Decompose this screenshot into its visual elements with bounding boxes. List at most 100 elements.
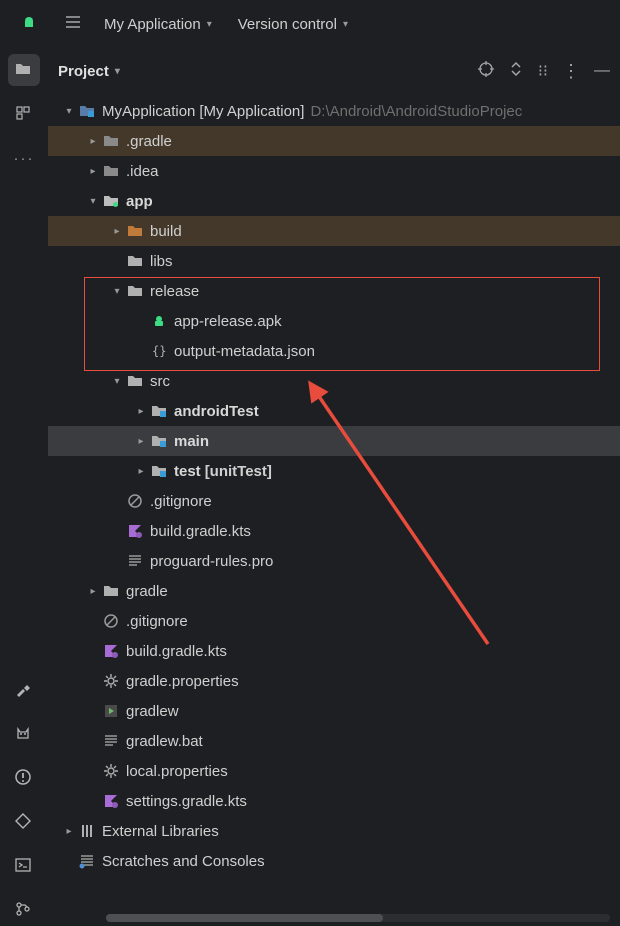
chevron-right-icon[interactable]: ▸ [134,436,148,447]
library-icon [78,823,96,839]
tree-row-local-properties[interactable]: ▸ local.properties [48,756,620,786]
project-menu[interactable]: My Application ▾ [94,10,222,39]
tree-label: local.properties [126,763,228,780]
chevron-right-icon[interactable]: ▸ [134,406,148,417]
tool-build-button[interactable] [8,674,40,706]
tree-label: gradlew.bat [126,733,203,750]
chevron-down-icon[interactable]: ▾ [86,196,100,207]
tree-row-androidtest[interactable]: ▸ androidTest [48,396,620,426]
gitignore-icon [126,493,144,509]
tree-row-gradlew-bat[interactable]: ▸ gradlew.bat [48,726,620,756]
tree-label: settings.gradle.kts [126,793,247,810]
tree-label: androidTest [174,403,259,420]
tree-row-scratches[interactable]: ▸ Scratches and Consoles [48,846,620,876]
tree-label: .gradle [126,133,172,150]
tool-logcat-button[interactable] [8,718,40,750]
chevron-right-icon[interactable]: ▸ [86,166,100,177]
shell-script-icon [102,703,120,719]
tree-row-gradle[interactable]: ▸ gradle [48,576,620,606]
kotlin-script-icon [126,523,144,539]
tree-label: main [174,433,209,450]
chevron-down-icon: ▾ [115,66,120,77]
tree-row-libs[interactable]: ▸ libs [48,246,620,276]
tree-label: .gitignore [126,613,188,630]
tree-row-output-metadata[interactable]: ▸ output-metadata.json [48,336,620,366]
chevron-right-icon[interactable]: ▸ [110,226,124,237]
tree-label: Scratches and Consoles [102,853,265,870]
tree-row-root[interactable]: ▾ MyApplication [My Application] D:\Andr… [48,96,620,126]
properties-icon [102,673,120,689]
vcs-menu[interactable]: Version control ▾ [228,10,358,39]
project-tree[interactable]: ▾ MyApplication [My Application] D:\Andr… [48,94,620,926]
folder-icon [126,373,144,389]
hide-panel-icon[interactable]: — [594,62,610,80]
panel-view-switcher[interactable]: Project ▾ [58,63,120,80]
chevron-right-icon[interactable]: ▸ [134,466,148,477]
tree-label: build.gradle.kts [126,643,227,660]
left-toolstrip: ··· [0,48,48,926]
tool-more-button[interactable]: ··· [8,142,40,174]
tree-label: libs [150,253,173,270]
tree-label: build [150,223,182,240]
text-file-icon [102,733,120,749]
chevron-down-icon: ▾ [343,19,348,30]
tree-label: gradlew [126,703,179,720]
tree-suffix: [unitTest] [205,463,272,480]
chevron-right-icon[interactable]: ▸ [62,826,76,837]
tree-row-gradle-properties[interactable]: ▸ gradle.properties [48,666,620,696]
tree-row-gitignore-root[interactable]: ▸ .gitignore [48,606,620,636]
tool-terminal-button[interactable] [8,850,40,882]
properties-icon [102,763,120,779]
tool-problems-button[interactable] [8,762,40,794]
tree-label: output-metadata.json [174,343,315,360]
json-icon [150,343,168,359]
folder-mod-icon [150,433,168,449]
chevron-down-icon[interactable]: ▾ [110,376,124,387]
tree-row-idea-dir[interactable]: ▸ .idea [48,156,620,186]
tree-row-release[interactable]: ▾ release [48,276,620,306]
tool-inspector-button[interactable] [8,806,40,838]
tool-structure-button[interactable] [8,98,40,130]
gitignore-icon [102,613,120,629]
tree-row-main[interactable]: ▸ main [48,426,620,456]
more-options-icon[interactable]: ⋮ [562,61,580,82]
tree-row-external-libraries[interactable]: ▸ External Libraries [48,816,620,846]
folder-icon [126,223,144,239]
tree-row-app[interactable]: ▾ app [48,186,620,216]
tree-label: test [174,463,201,480]
android-logo-icon [8,15,52,33]
folder-icon [126,253,144,269]
tree-path: D:\Android\AndroidStudioProjec [310,103,522,120]
expand-all-icon[interactable] [508,61,524,81]
tree-row-build-gradle-app[interactable]: ▸ build.gradle.kts [48,516,620,546]
panel-title: Project [58,63,109,80]
tree-row-build[interactable]: ▸ build [48,216,620,246]
collapse-all-icon[interactable]: ⁝⁝ [538,61,548,81]
project-menu-label: My Application [104,16,201,33]
tool-vcs-button[interactable] [8,894,40,926]
tree-row-gradle-dir[interactable]: ▸ .gradle [48,126,620,156]
tree-label: app-release.apk [174,313,282,330]
tool-project-button[interactable] [8,54,40,86]
tree-row-apk[interactable]: ▸ app-release.apk [48,306,620,336]
main-menu-icon[interactable] [58,7,88,41]
tree-row-settings-gradle[interactable]: ▸ settings.gradle.kts [48,786,620,816]
chevron-down-icon[interactable]: ▾ [62,106,76,117]
tree-row-src[interactable]: ▾ src [48,366,620,396]
folder-icon [102,163,120,179]
horizontal-scrollbar[interactable] [106,914,610,922]
tree-row-test[interactable]: ▸ test [unitTest] [48,456,620,486]
chevron-right-icon[interactable]: ▸ [86,586,100,597]
select-opened-file-icon[interactable] [478,61,494,81]
tree-row-gitignore-app[interactable]: ▸ .gitignore [48,486,620,516]
chevron-right-icon[interactable]: ▸ [86,136,100,147]
tree-label: MyApplication [102,103,195,120]
titlebar: My Application ▾ Version control ▾ [0,0,620,48]
chevron-down-icon[interactable]: ▾ [110,286,124,297]
tree-row-build-gradle-root[interactable]: ▸ build.gradle.kts [48,636,620,666]
tree-row-gradlew[interactable]: ▸ gradlew [48,696,620,726]
tree-row-proguard[interactable]: ▸ proguard-rules.pro [48,546,620,576]
folder-icon [102,133,120,149]
tree-label: .gitignore [150,493,212,510]
tree-label: app [126,193,153,210]
